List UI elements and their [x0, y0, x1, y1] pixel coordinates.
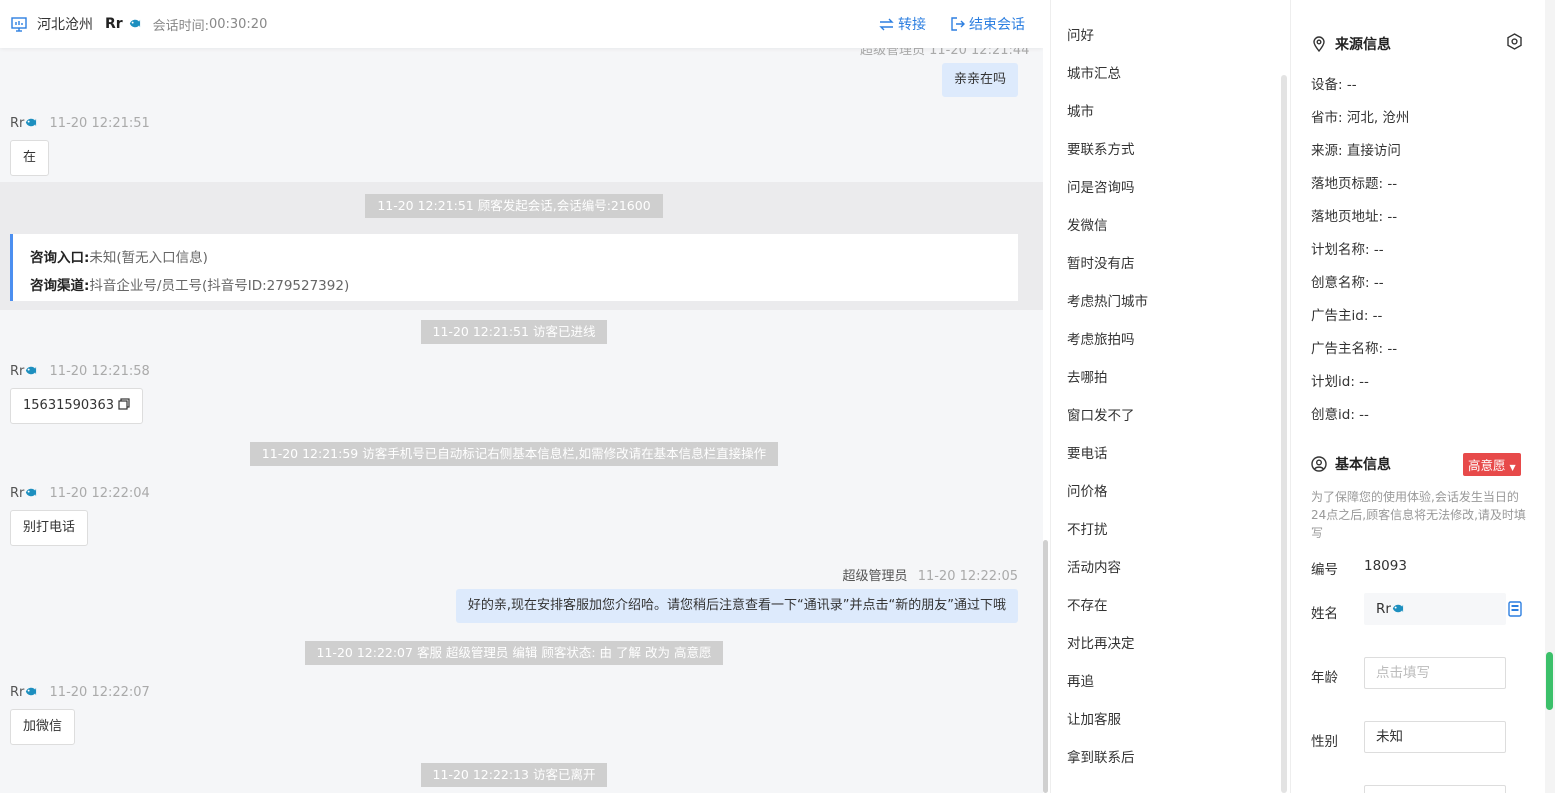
quick-reply-item[interactable]: 不存在: [1067, 594, 1108, 614]
quick-reply-item[interactable]: 拿到联系后: [1067, 746, 1135, 766]
quick-reply-item[interactable]: 发微信: [1067, 214, 1108, 234]
session-time-label: 会话时间:: [152, 18, 209, 34]
source-field: 广告主名称: --: [1311, 341, 1398, 357]
end-session-button[interactable]: 结束会话: [950, 14, 1025, 34]
source-field: 落地页地址: --: [1311, 209, 1398, 225]
visitor-message-meta: Rr 11-20 12:21:58: [10, 364, 150, 379]
source-field: 广告主id: --: [1311, 308, 1383, 324]
fish-icon: [26, 488, 37, 497]
consult-entry-row: 咨询入口:未知(暂无入口信息): [30, 250, 208, 266]
source-field: 来源: 直接访问: [1311, 143, 1401, 159]
session-time: 00:30:20: [208, 16, 268, 32]
id-label: 编号: [1311, 562, 1338, 578]
fish-icon: [26, 118, 37, 127]
caret-down-icon: ▼: [1509, 463, 1516, 472]
agent-message-bubble: 好的亲,现在安排客服加您介绍哈。请您稍后注意查看一下“通讯录”并点击“新的朋友”…: [455, 589, 1018, 623]
fish-icon: [26, 687, 37, 696]
system-notice: 11-20 12:21:51 访客已进线: [0, 320, 1028, 344]
edit-hint: 为了保障您的使用体验,会话发生当日的24点之后,顾客信息将无法修改,请及时填写: [1311, 490, 1526, 540]
source-field: 创意id: --: [1311, 407, 1369, 423]
chat-pane: 河北沧州 Rr 会话时间: 00:30:20 转接 结束会话 超级管理员 11-…: [0, 0, 1043, 793]
fish-icon: [1392, 604, 1404, 613]
source-field: 计划id: --: [1311, 374, 1369, 390]
quick-reply-item[interactable]: 对比再决定: [1067, 632, 1135, 652]
consult-info-card: 咨询入口:未知(暂无入口信息) 咨询渠道:抖音企业号/员工号(抖音号ID:279…: [10, 234, 1018, 301]
basic-info-title: 基本信息: [1311, 454, 1391, 474]
gender-select[interactable]: 未知: [1364, 721, 1506, 753]
id-value: 18093: [1364, 558, 1407, 574]
app-root: 河北沧州 Rr 会话时间: 00:30:20 转接 结束会话 超级管理员 11-…: [0, 0, 1555, 793]
transfer-icon: [879, 18, 894, 30]
chat-header: 河北沧州 Rr 会话时间: 00:30:20 转接 结束会话: [0, 0, 1043, 48]
quick-reply-item[interactable]: 考虑旅拍吗: [1067, 328, 1135, 348]
user-circle-icon: [1311, 456, 1327, 472]
copy-icon[interactable]: [1508, 601, 1522, 621]
agent-message-bubble: 亲亲在吗: [942, 63, 1019, 97]
chat-scrollbar[interactable]: [1043, 540, 1048, 793]
visitor-message-bubble: 在: [10, 140, 50, 176]
monitor-icon: [10, 15, 28, 33]
quick-reply-item[interactable]: 要电话: [1067, 442, 1108, 462]
system-notice: 11-20 12:22:07 客服 超级管理员 编辑 顾客状态: 由 了解 改为…: [0, 641, 1028, 665]
quick-reply-item[interactable]: 问价格: [1067, 480, 1108, 500]
visitor-name: Rr: [105, 16, 141, 32]
exit-icon: [951, 17, 965, 31]
source-field: 省市: 河北, 沧州: [1311, 110, 1410, 126]
quick-reply-item[interactable]: 暂时没有店: [1067, 252, 1135, 272]
visitor-message-bubble: 别打电话: [10, 510, 89, 546]
quick-reply-item[interactable]: 城市汇总: [1067, 62, 1121, 82]
age-input[interactable]: 点击填写: [1364, 657, 1506, 689]
visitor-message-meta: Rr 11-20 12:21:51: [10, 116, 150, 131]
location-pin-icon: [1313, 36, 1325, 52]
source-info-title: 来源信息: [1311, 34, 1391, 54]
copy-icon[interactable]: [118, 398, 130, 410]
quick-reply-list: 问好 城市汇总 城市 要联系方式 问是咨询吗 发微信 暂时没有店 考虑热门城市 …: [1050, 0, 1284, 793]
visitor-message-bubble: 15631590363: [10, 388, 144, 424]
quick-reply-item[interactable]: 活动内容: [1067, 556, 1121, 576]
name-label: 姓名: [1311, 606, 1338, 622]
transfer-button[interactable]: 转接: [879, 14, 926, 34]
quick-reply-item[interactable]: 让加客服: [1067, 708, 1121, 728]
source-field: 设备: --: [1311, 77, 1357, 93]
quick-reply-item[interactable]: 问是咨询吗: [1067, 176, 1135, 196]
quick-reply-item[interactable]: 城市: [1067, 100, 1094, 120]
quick-reply-item[interactable]: 考虑热门城市: [1067, 290, 1148, 310]
system-notice: 11-20 12:22:13 访客已离开: [0, 763, 1028, 787]
quick-reply-item[interactable]: 去哪拍: [1067, 366, 1108, 386]
quick-reply-item[interactable]: 要联系方式: [1067, 138, 1135, 158]
system-notice: 11-20 12:21:59 访客手机号已自动标记右侧基本信息栏,如需修改请在基…: [0, 442, 1028, 466]
next-field[interactable]: [1364, 785, 1506, 793]
agent-message-meta: 超级管理员 11-20 12:22:05: [842, 569, 1018, 584]
quick-reply-item[interactable]: 不打扰: [1067, 518, 1108, 538]
quick-reply-item[interactable]: 窗口发不了: [1067, 404, 1135, 424]
visitor-message-bubble: 加微信: [10, 709, 76, 745]
visitor-message-meta: Rr 11-20 12:22:04: [10, 486, 150, 501]
quick-reply-scrollbar[interactable]: [1281, 75, 1287, 793]
intent-level-dropdown[interactable]: 高意愿 ▼: [1463, 453, 1521, 476]
source-field: 计划名称: --: [1311, 242, 1384, 258]
quick-reply-item[interactable]: 再追: [1067, 670, 1094, 690]
consult-channel-row: 咨询渠道:抖音企业号/员工号(抖音号ID:279527392): [30, 278, 350, 294]
system-notice: 11-20 12:21:51 顾客发起会话,会话编号:21600: [0, 194, 1028, 218]
settings-gear-icon[interactable]: [1506, 33, 1523, 54]
header-actions: 转接 结束会话: [879, 14, 1025, 34]
customer-info-panel: 来源信息 设备: -- 省市: 河北, 沧州 来源: 直接访问 落地页标题: -…: [1290, 0, 1540, 793]
source-field: 创意名称: --: [1311, 275, 1384, 291]
source-field: 落地页标题: --: [1311, 176, 1398, 192]
panel-scroll-thumb[interactable]: [1546, 652, 1553, 710]
fish-icon: [129, 19, 140, 28]
visitor-location: 河北沧州: [37, 17, 93, 33]
quick-reply-item[interactable]: 问好: [1067, 24, 1094, 44]
gender-label: 性别: [1311, 734, 1338, 750]
fish-icon: [26, 366, 37, 375]
visitor-message-meta: Rr 11-20 12:22:07: [10, 685, 150, 700]
age-label: 年龄: [1311, 670, 1338, 686]
name-field[interactable]: Rr: [1364, 593, 1506, 625]
